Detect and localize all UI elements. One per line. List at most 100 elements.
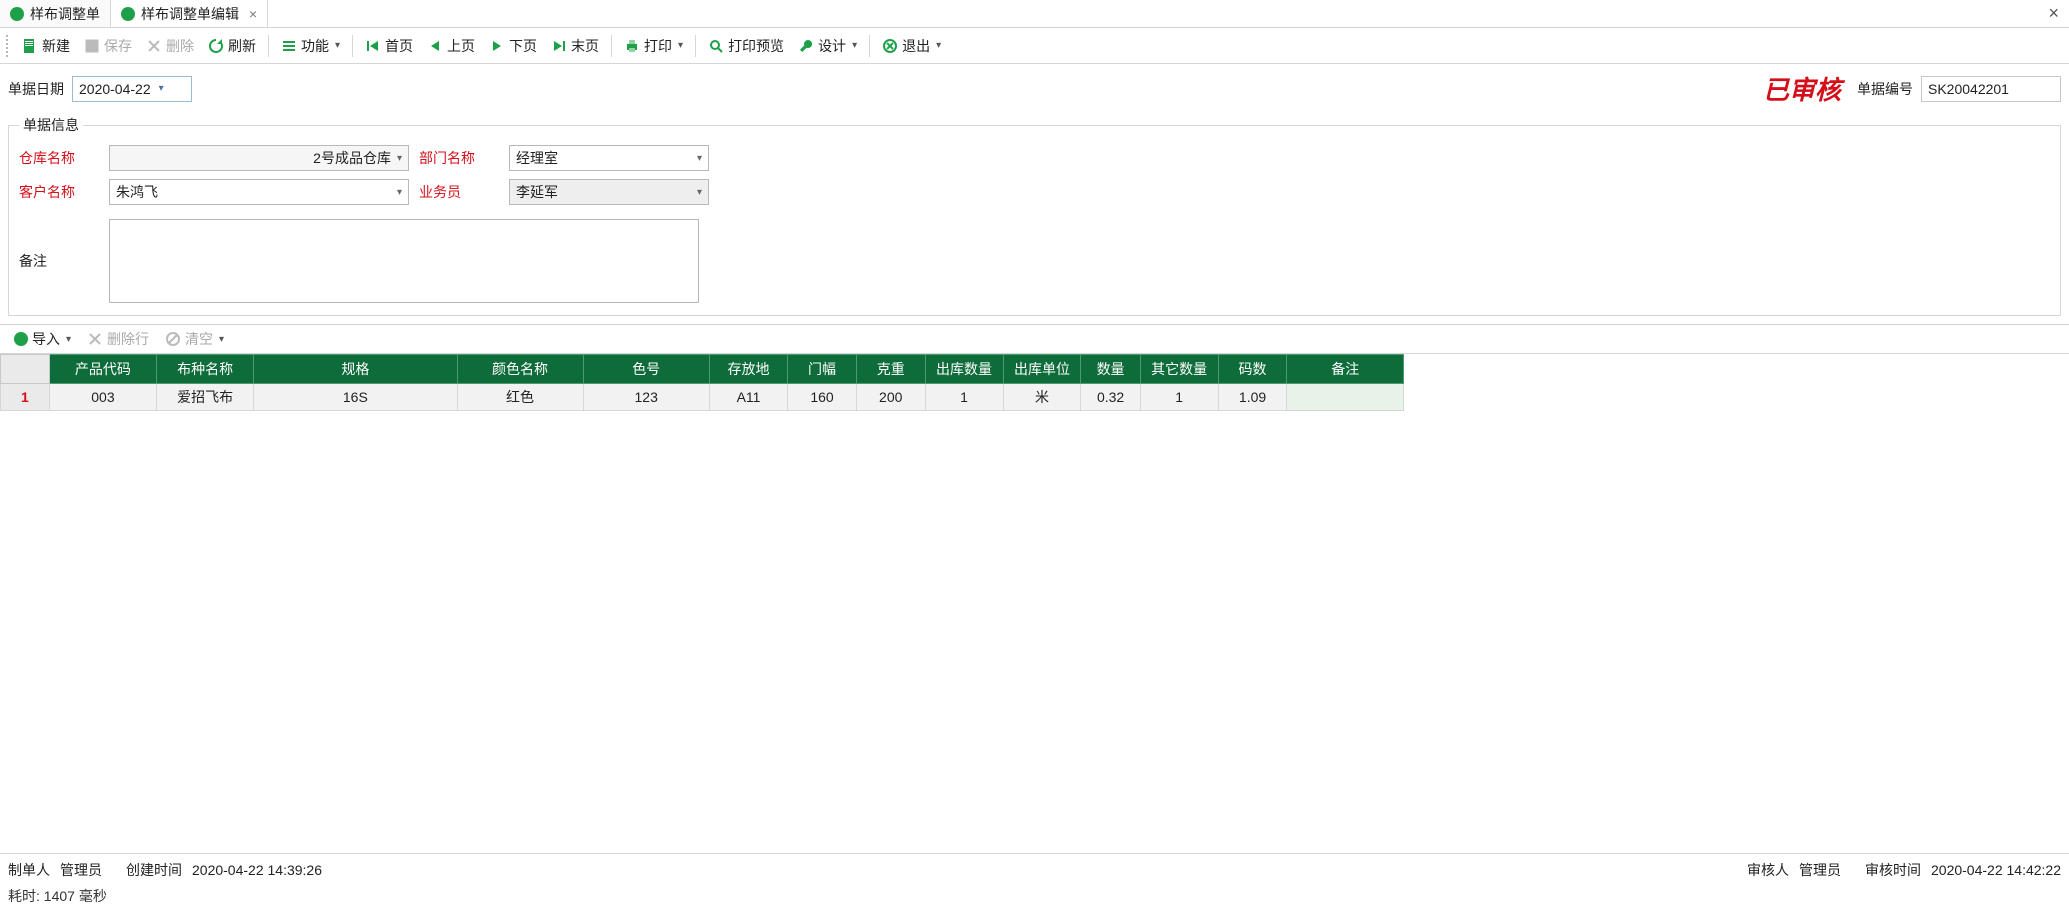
remark-label: 备注	[19, 251, 99, 271]
close-icon[interactable]: ×	[249, 6, 257, 22]
refresh-icon	[208, 38, 224, 54]
chevron-down-icon: ▾	[397, 187, 402, 198]
toolbar-grip	[6, 35, 10, 57]
first-icon	[365, 38, 381, 54]
cell[interactable]: 123	[583, 384, 709, 411]
chevron-down-icon: ▾	[697, 153, 702, 164]
last-label: 末页	[571, 36, 599, 56]
cell[interactable]: 1	[925, 384, 1003, 411]
col-header[interactable]: 出库单位	[1003, 355, 1081, 384]
cell[interactable]: 1	[1140, 384, 1218, 411]
col-header[interactable]: 色号	[583, 355, 709, 384]
salesman-label: 业务员	[419, 182, 499, 202]
clear-button: 清空 ▾	[159, 326, 230, 352]
customer-label: 客户名称	[19, 182, 99, 202]
col-header[interactable]: 产品代码	[49, 355, 156, 384]
col-header[interactable]: 存放地	[709, 355, 787, 384]
first-label: 首页	[385, 36, 413, 56]
chevron-down-icon: ▾	[66, 334, 71, 345]
chevron-down-icon: ▾	[159, 83, 164, 94]
cell[interactable]: A11	[709, 384, 787, 411]
save-icon	[84, 38, 100, 54]
elapsed-text: 耗时: 1407 毫秒	[8, 886, 2061, 906]
cell[interactable]: 爱招飞布	[157, 384, 254, 411]
design-button[interactable]: 设计 ▾	[792, 33, 863, 59]
warehouse-select[interactable]: 2号成品仓库 ▾	[109, 145, 409, 171]
corner-header	[1, 355, 50, 384]
auditor-value: 管理员	[1799, 860, 1841, 880]
col-header[interactable]: 码数	[1218, 355, 1287, 384]
print-button[interactable]: 打印 ▾	[618, 33, 689, 59]
cell[interactable]: 米	[1003, 384, 1081, 411]
col-header[interactable]: 颜色名称	[457, 355, 583, 384]
last-page-button[interactable]: 末页	[545, 33, 605, 59]
customer-select[interactable]: 朱鸿飞 ▾	[109, 179, 409, 205]
table-row[interactable]: 1 003 爱招飞布 16S 红色 123 A11 160 200 1 米 0.…	[1, 384, 1404, 411]
exit-label: 退出	[902, 36, 930, 56]
col-header[interactable]: 门幅	[788, 355, 857, 384]
delete-icon	[87, 331, 103, 347]
docno-field[interactable]: SK20042201	[1921, 76, 2061, 102]
exit-button[interactable]: 退出 ▾	[876, 33, 947, 59]
dept-label: 部门名称	[419, 148, 499, 168]
chevron-down-icon: ▾	[678, 40, 683, 51]
col-header[interactable]: 出库数量	[925, 355, 1003, 384]
delete-row-button: 删除行	[81, 326, 155, 352]
print-icon	[624, 38, 640, 54]
col-header[interactable]: 数量	[1081, 355, 1140, 384]
prev-page-button[interactable]: 上页	[421, 33, 481, 59]
cell[interactable]: 200	[856, 384, 925, 411]
function-button[interactable]: 功能 ▾	[275, 33, 346, 59]
tab-bar: 样布调整单 样布调整单编辑 × ×	[0, 0, 2069, 28]
delete-button: 删除	[140, 33, 200, 59]
cell[interactable]: 1.09	[1218, 384, 1287, 411]
fieldset-legend: 单据信息	[19, 115, 83, 135]
cell[interactable]	[1287, 384, 1404, 411]
exit-icon	[882, 38, 898, 54]
dept-select[interactable]: 经理室 ▾	[509, 145, 709, 171]
col-header[interactable]: 其它数量	[1140, 355, 1218, 384]
date-select[interactable]: 2020-04-22 ▾	[72, 76, 192, 102]
refresh-button[interactable]: 刷新	[202, 33, 262, 59]
cell[interactable]: 0.32	[1081, 384, 1140, 411]
tab-label: 样布调整单	[30, 4, 100, 24]
preview-label: 打印预览	[728, 36, 784, 56]
import-button[interactable]: 导入 ▾	[8, 326, 77, 352]
cell[interactable]: 16S	[254, 384, 457, 411]
clear-label: 清空	[185, 329, 213, 349]
cell[interactable]: 红色	[457, 384, 583, 411]
globe-icon	[10, 7, 24, 21]
preview-button[interactable]: 打印预览	[702, 33, 790, 59]
tab-adjust-edit[interactable]: 样布调整单编辑 ×	[111, 0, 268, 27]
chevron-down-icon: ▾	[335, 40, 340, 51]
cell[interactable]: 160	[788, 384, 857, 411]
chevron-down-icon: ▾	[397, 153, 402, 164]
salesman-value: 李延军	[516, 182, 691, 202]
dept-value: 经理室	[516, 148, 691, 168]
col-header[interactable]: 克重	[856, 355, 925, 384]
customer-value: 朱鸿飞	[116, 182, 391, 202]
next-page-button[interactable]: 下页	[483, 33, 543, 59]
chevron-down-icon: ▾	[697, 187, 702, 198]
chevron-down-icon: ▾	[936, 40, 941, 51]
col-header[interactable]: 布种名称	[157, 355, 254, 384]
new-button[interactable]: 新建	[16, 33, 76, 59]
salesman-select[interactable]: 李延军 ▾	[509, 179, 709, 205]
tab-adjust-list[interactable]: 样布调整单	[0, 0, 111, 27]
col-header[interactable]: 备注	[1287, 355, 1404, 384]
clear-icon	[165, 331, 181, 347]
remark-textarea[interactable]	[109, 219, 699, 303]
window-close-button[interactable]: ×	[2038, 0, 2069, 27]
grid-toolbar: 导入 ▾ 删除行 清空 ▾	[0, 324, 2069, 354]
save-label: 保存	[104, 36, 132, 56]
next-label: 下页	[509, 36, 537, 56]
audit-time-label: 审核时间	[1865, 860, 1921, 880]
next-icon	[489, 38, 505, 54]
first-page-button[interactable]: 首页	[359, 33, 419, 59]
delete-icon	[146, 38, 162, 54]
cell[interactable]: 003	[49, 384, 156, 411]
refresh-label: 刷新	[228, 36, 256, 56]
col-header[interactable]: 规格	[254, 355, 457, 384]
tab-label: 样布调整单编辑	[141, 4, 239, 24]
docno-value: SK20042201	[1928, 81, 2009, 97]
